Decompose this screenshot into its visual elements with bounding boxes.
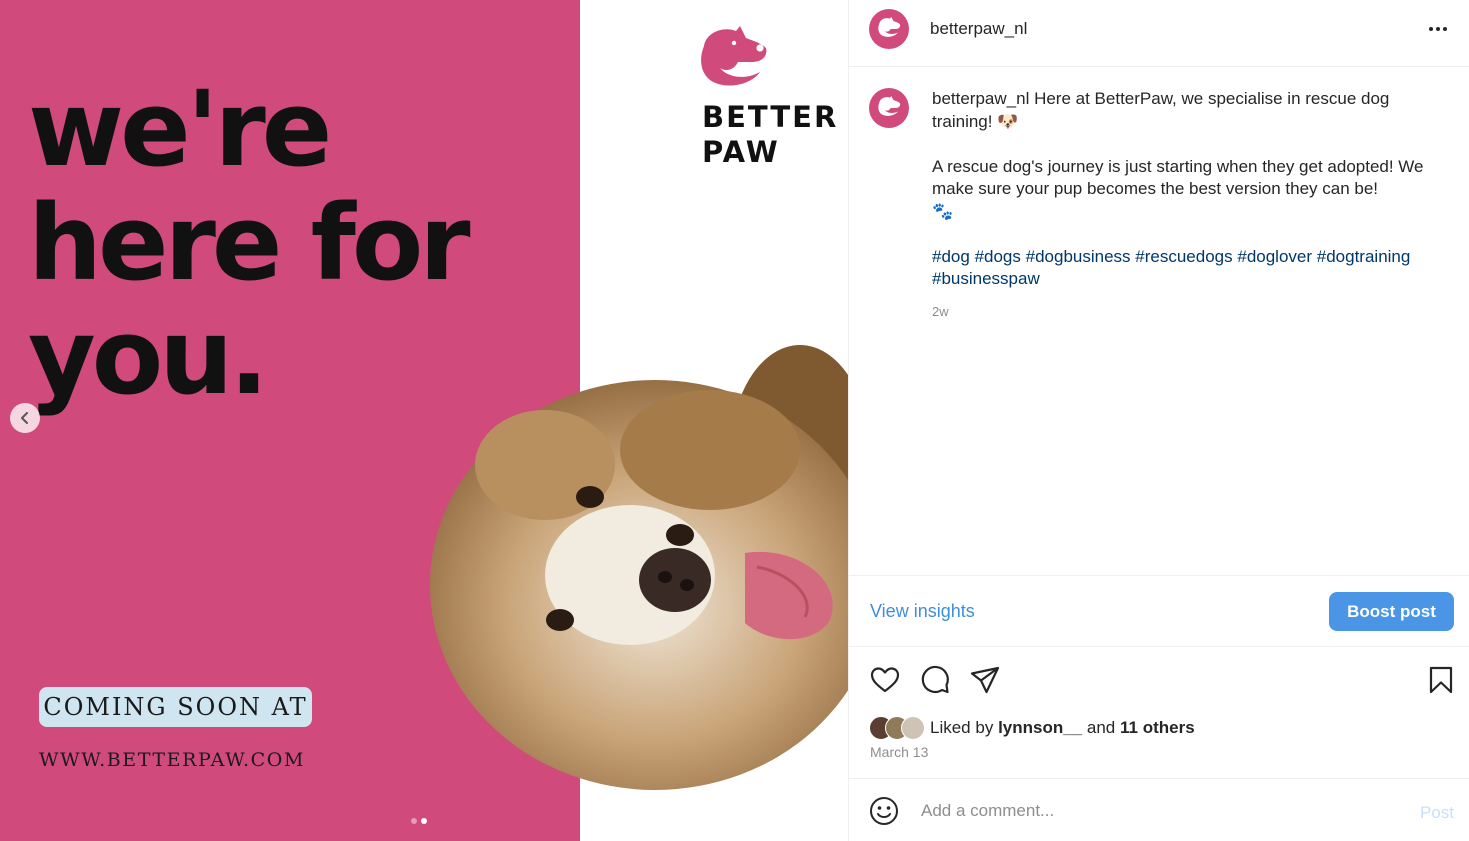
carousel-dot-active [421,818,427,824]
betterpaw-avatar-icon [878,96,901,116]
others-count-link[interactable]: 11 others [1120,718,1195,738]
likes-summary: Liked by lynnson__ and 11 others [869,715,1195,740]
caption-username[interactable]: betterpaw_nl [932,89,1029,108]
post-header: betterpaw_nl [849,0,1469,67]
insights-bar: View insights Boost post [849,575,1469,647]
dog-face-emoji: 🐶 [997,111,1019,132]
headline-line: you. [28,296,269,418]
post-media[interactable]: we're here for you. COMING SOON AT WWW.B… [0,0,848,841]
comment-input[interactable] [919,795,1383,827]
comment-bar: Post [849,778,1469,841]
caption-paragraph: A rescue dog's journey is just starting … [932,156,1424,199]
share-button[interactable] [969,664,1001,696]
carousel-indicator [411,818,427,824]
hashtag-link[interactable]: #businesspaw [932,269,1040,288]
hashtag-link[interactable]: #dogs [975,247,1021,266]
website-text: WWW.BETTERPAW.COM [39,749,306,771]
liker-avatar [901,715,925,740]
comment-icon [921,665,949,694]
like-button[interactable] [869,664,901,696]
liked-by-label: Liked by [930,717,994,737]
header-username[interactable]: betterpaw_nl [930,19,1027,39]
headline-line: here for [28,182,471,304]
brand-wordmark: BETTER PAW [702,100,838,170]
heart-icon [870,667,900,693]
boost-post-button[interactable]: Boost post [1329,592,1454,631]
likes-joiner: and [1086,717,1116,737]
view-insights-link[interactable]: View insights [870,601,975,622]
brand-line: BETTER [702,100,839,134]
post-detail-panel: betterpaw_nl betterpaw_nl Here at Better… [848,0,1469,841]
hashtag-link[interactable]: #dog [932,247,970,266]
hashtag-link[interactable]: #dogbusiness [1026,247,1131,266]
hashtag-link[interactable]: #rescuedogs [1135,247,1232,266]
brand-line: PAW [702,135,780,169]
liker-avatars[interactable] [869,715,925,740]
post-comment-button[interactable]: Post [1420,803,1454,823]
coming-soon-badge: COMING SOON AT [39,687,312,727]
betterpaw-avatar-icon [878,17,901,37]
more-options-button[interactable] [1425,18,1451,40]
paw-prints-emoji: 🐾 [932,201,954,222]
comment-button[interactable] [919,664,951,696]
headline-line: we're [28,68,332,190]
more-horizontal-icon [1429,27,1433,31]
dog-photo [430,345,848,790]
caption-avatar[interactable] [869,88,909,128]
chevron-left-icon [21,412,28,424]
save-button[interactable] [1425,664,1457,696]
liker-username[interactable]: lynnson__ [998,718,1082,738]
emoji-picker-icon[interactable] [869,796,899,826]
carousel-dot [411,818,417,824]
previous-slide-button[interactable] [10,403,40,433]
hashtag-link[interactable]: #dogtraining [1317,247,1411,266]
headline: we're here for you. [28,68,471,418]
hashtags: #dog #dogs #dogbusiness #rescuedogs #dog… [932,246,1452,291]
post-date: March 13 [870,744,929,760]
avatar[interactable] [869,9,909,49]
hashtag-link[interactable]: #doglover [1237,247,1312,266]
betterpaw-logo-icon [701,26,767,86]
share-icon [970,666,1000,694]
bookmark-icon [1429,666,1453,694]
post-time: 2w [932,303,949,319]
caption-body: betterpaw_nl Here at BetterPaw, we speci… [932,88,1452,323]
